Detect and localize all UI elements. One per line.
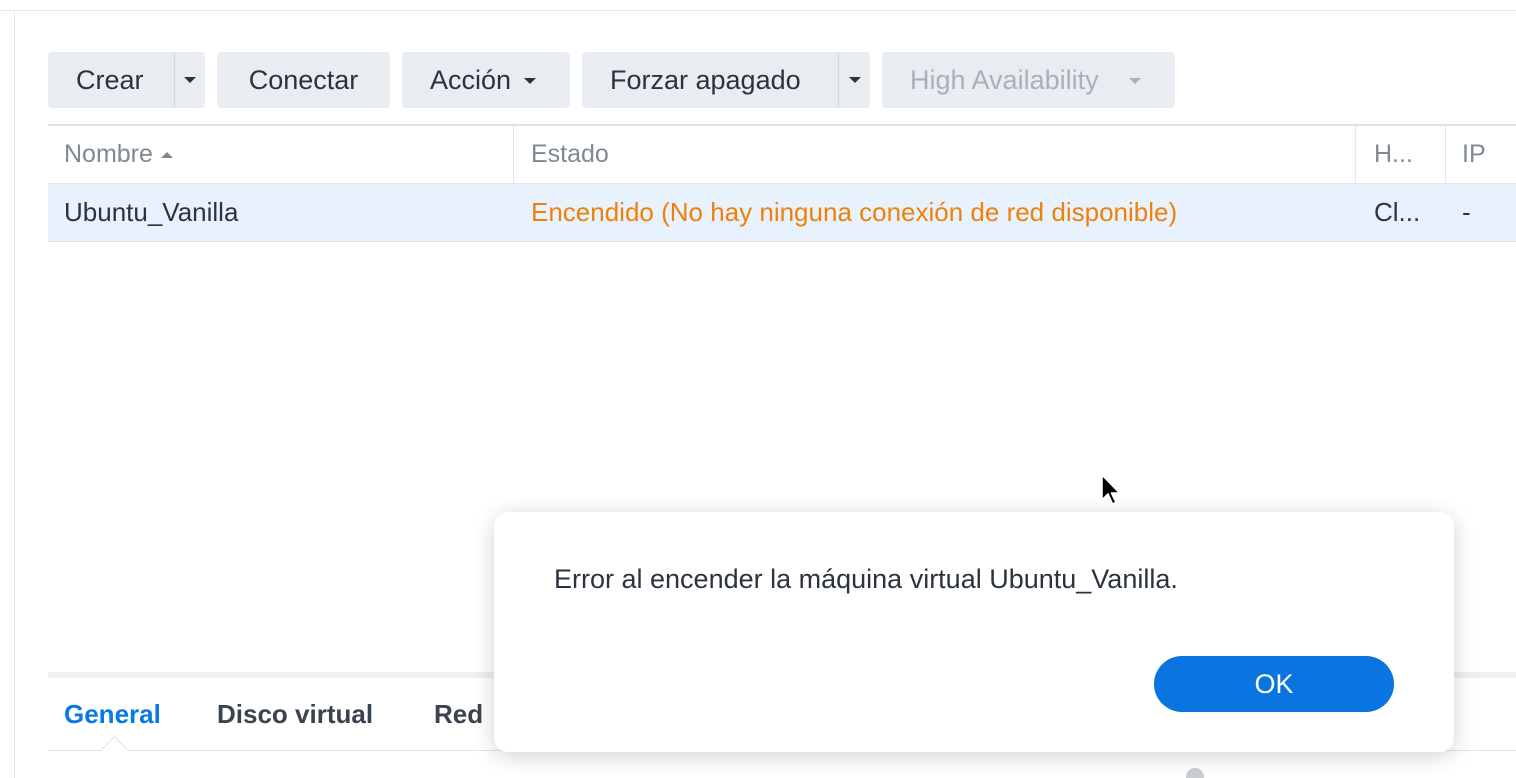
chevron-down-icon <box>184 77 196 83</box>
column-header-host-label: H... <box>1374 140 1413 168</box>
connect-button-label: Conectar <box>248 64 359 95</box>
column-header-status-label: Estado <box>531 140 609 168</box>
scroll-handle[interactable] <box>1186 768 1204 778</box>
create-dropdown-toggle[interactable] <box>175 52 205 108</box>
dialog-message: Error al encender la máquina virtual Ubu… <box>554 564 1178 594</box>
table-row[interactable]: Ubuntu_Vanilla Encendido (No hay ninguna… <box>48 184 1516 242</box>
column-divider[interactable] <box>513 126 514 183</box>
force-shutdown-dropdown-toggle[interactable] <box>839 52 870 108</box>
column-header-host[interactable]: H... <box>1374 126 1444 183</box>
tab-network[interactable]: Red <box>434 678 483 750</box>
chevron-down-icon <box>848 77 861 83</box>
app-window: Crear Conectar Acción Forzar apagado Hig… <box>0 0 1516 778</box>
grid-header: Nombre Estado H... IP <box>48 126 1516 184</box>
ok-button-label: OK <box>1254 668 1294 699</box>
chevron-down-icon <box>1129 78 1141 84</box>
action-button[interactable]: Acción <box>402 52 570 108</box>
column-divider[interactable] <box>1445 126 1446 183</box>
chevron-down-icon <box>524 78 536 84</box>
vm-status-cell: Encendido (No hay ninguna conexión de re… <box>531 197 1178 227</box>
error-dialog: Error al encender la máquina virtual Ubu… <box>494 512 1454 752</box>
mouse-pointer-icon <box>1101 474 1121 505</box>
column-header-status[interactable]: Estado <box>531 126 1331 183</box>
high-availability-button-label: High Availability <box>910 64 1099 95</box>
column-header-name-label: Nombre <box>64 140 153 168</box>
vm-name-cell: Ubuntu_Vanilla <box>64 197 239 227</box>
column-header-ip[interactable]: IP <box>1462 126 1512 183</box>
create-button[interactable]: Crear <box>48 52 205 108</box>
top-divider <box>0 10 1516 11</box>
force-shutdown-button-label: Forzar apagado <box>610 64 801 95</box>
left-divider <box>14 10 15 778</box>
column-header-name[interactable]: Nombre <box>64 126 504 183</box>
high-availability-button: High Availability <box>882 52 1175 108</box>
column-header-ip-label: IP <box>1462 140 1486 168</box>
vm-ip-cell: - <box>1462 197 1471 227</box>
tab-virtual-disk[interactable]: Disco virtual <box>217 678 373 750</box>
create-button-label: Crear <box>76 64 144 95</box>
action-button-label: Acción <box>430 64 512 95</box>
force-shutdown-button[interactable]: Forzar apagado <box>582 52 870 108</box>
vm-host-cell: Cl... <box>1374 197 1421 227</box>
sort-ascending-icon <box>160 151 173 158</box>
connect-button[interactable]: Conectar <box>217 52 390 108</box>
ok-button[interactable]: OK <box>1154 656 1394 712</box>
column-divider[interactable] <box>1355 126 1356 183</box>
